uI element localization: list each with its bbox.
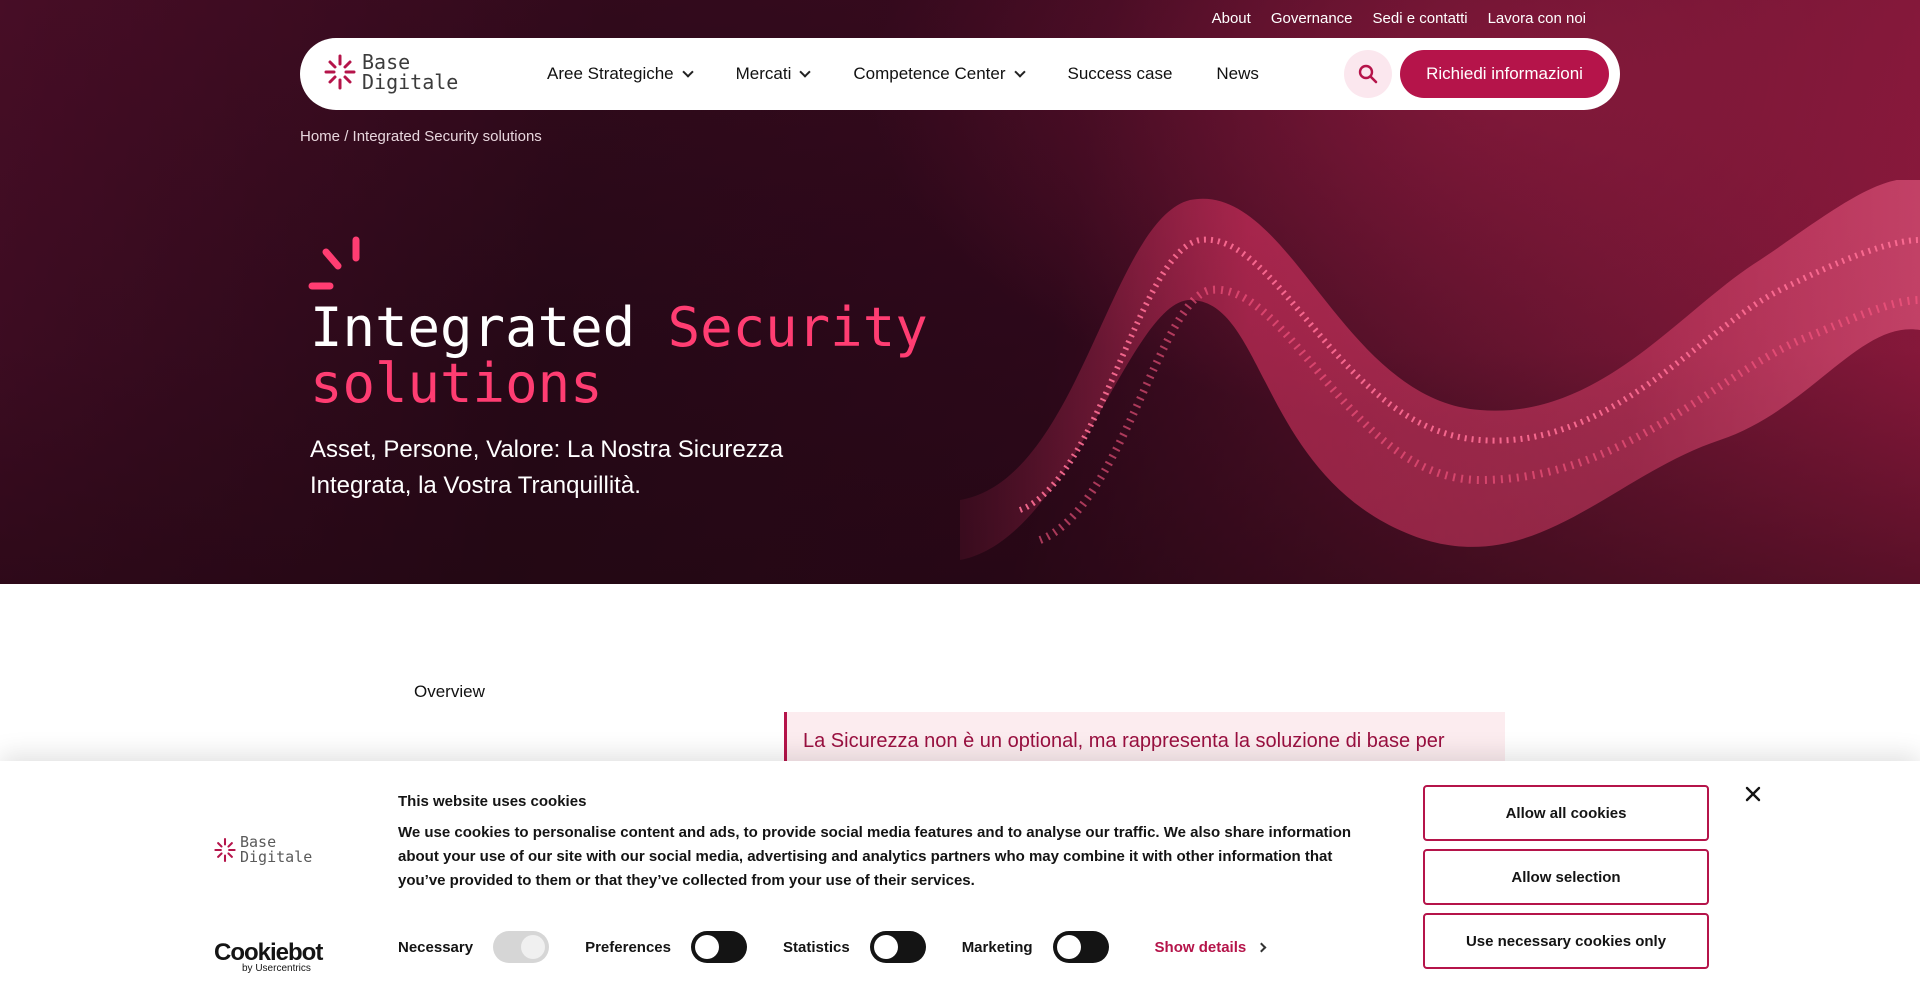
toggle-knob — [694, 935, 719, 959]
nav-item-mercati[interactable]: Mercati — [735, 64, 812, 84]
title-part-white: Integrated — [310, 296, 636, 359]
toggle-label-preferences: Preferences — [585, 938, 671, 956]
show-details-link[interactable]: Show details — [1154, 938, 1267, 956]
title-part-pink: Security — [667, 296, 928, 359]
toggle-group-necessary: Necessary — [398, 931, 550, 963]
particle-wave-graphic — [960, 180, 1920, 560]
cookie-banner-text: We use cookies to personalise content an… — [398, 824, 1352, 889]
search-button[interactable] — [1344, 50, 1392, 98]
site-logo[interactable]: Base Digitale — [324, 52, 458, 92]
page-title: Integrated Security solutions — [310, 300, 928, 412]
toggle-group-statistics: Statistics — [783, 931, 926, 963]
cookie-banner-title: This website uses cookies — [398, 793, 587, 810]
nav-item-news[interactable]: News — [1216, 64, 1259, 84]
preferences-toggle[interactable] — [690, 931, 747, 963]
toggle-group-preferences: Preferences — [585, 931, 747, 963]
allow-all-cookies-button[interactable]: Allow all cookies — [1423, 785, 1709, 841]
toggle-knob — [1056, 935, 1081, 959]
hero-section: About Governance Sedi e contatti Lavora … — [0, 0, 1920, 584]
toggle-label-marketing: Marketing — [961, 938, 1033, 956]
toggle-group-marketing: Marketing — [962, 931, 1109, 963]
nav-label: Success case — [1067, 64, 1173, 83]
breadcrumb-home[interactable]: Home — [300, 128, 340, 145]
necessary-toggle — [493, 931, 550, 963]
toggle-label-statistics: Statistics — [782, 938, 850, 956]
search-icon — [1358, 64, 1378, 84]
allow-selection-button[interactable]: Allow selection — [1423, 849, 1709, 905]
chevron-down-icon — [1013, 66, 1026, 78]
breadcrumb-current: Integrated Security solutions — [352, 128, 542, 145]
breadcrumb: Home / Integrated Security solutions — [300, 128, 542, 145]
logo-burst-icon — [214, 837, 236, 863]
toggle-knob — [521, 935, 546, 959]
top-link-lavora-con-noi[interactable]: Lavora con noi — [1488, 10, 1586, 27]
nav-item-success-case[interactable]: Success case — [1068, 64, 1173, 84]
show-details-label: Show details — [1154, 938, 1247, 956]
primary-nav: Aree Strategiche Mercati Competence Cent… — [547, 38, 1303, 110]
breadcrumb-separator: / — [344, 128, 349, 145]
close-icon[interactable] — [1742, 783, 1764, 805]
request-info-button[interactable]: Richiedi informazioni — [1400, 50, 1609, 98]
toggle-label-necessary: Necessary — [398, 938, 474, 956]
main-navbar: Base Digitale Aree Strategiche Mercati C… — [300, 38, 1620, 110]
hero-accent-mark-icon — [308, 236, 360, 290]
logo-wordmark: Base Digitale — [362, 52, 458, 92]
cookie-consent-banner: Base Digitale Cookiebot by Usercentrics … — [0, 761, 1920, 993]
title-part-pink-2: solutions — [310, 352, 603, 415]
nav-label: Competence Center — [853, 64, 1006, 83]
logo-line1: Base — [362, 50, 411, 74]
nav-label: News — [1216, 64, 1259, 83]
cookiebot-logo[interactable]: Cookiebot by Usercentrics — [214, 939, 323, 974]
nav-item-aree-strategiche[interactable]: Aree Strategiche — [547, 64, 694, 84]
chevron-down-icon — [799, 66, 812, 78]
hero-subtitle: Asset, Persone, Valore: La Nostra Sicure… — [310, 436, 784, 499]
necessary-cookies-only-button[interactable]: Use necessary cookies only — [1423, 913, 1709, 969]
nav-label: Mercati — [735, 64, 792, 83]
overview-tab[interactable]: Overview — [414, 682, 485, 702]
chevron-down-icon — [681, 66, 694, 78]
top-link-about[interactable]: About — [1212, 10, 1251, 27]
statistics-toggle[interactable] — [869, 931, 926, 963]
nav-item-competence-center[interactable]: Competence Center — [853, 64, 1026, 84]
top-link-sedi-contatti[interactable]: Sedi e contatti — [1373, 10, 1468, 27]
logo-burst-icon — [324, 54, 356, 90]
banner-site-logo: Base Digitale — [214, 835, 312, 865]
toggle-knob — [873, 935, 898, 959]
utility-nav: About Governance Sedi e contatti Lavora … — [1212, 10, 1586, 27]
top-link-governance[interactable]: Governance — [1271, 10, 1353, 27]
banner-logo-wordmark: Base Digitale — [240, 835, 312, 865]
banner-logo-line2: Digitale — [240, 848, 313, 866]
logo-line2: Digitale — [362, 70, 459, 94]
chevron-right-icon — [1256, 942, 1267, 952]
marketing-toggle[interactable] — [1052, 931, 1109, 963]
nav-label: Aree Strategiche — [547, 64, 674, 83]
cookie-category-toggles: Necessary Preferences Statistics Marketi… — [398, 931, 1267, 963]
